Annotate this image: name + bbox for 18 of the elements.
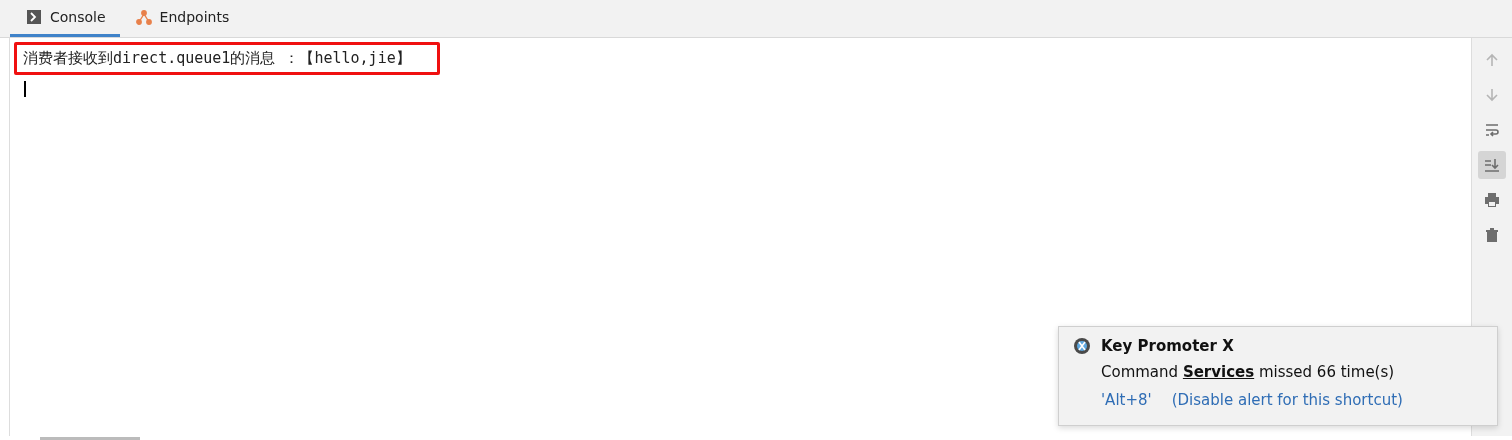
print-icon [1484, 192, 1500, 208]
scroll-to-end-icon [1484, 157, 1500, 173]
tab[interactable]: Endpoints [119, 0, 244, 37]
tab[interactable]: Console [10, 0, 120, 37]
plugin-icon [1073, 337, 1091, 355]
text-cursor [24, 81, 26, 97]
notification-link[interactable]: 'Alt+8' [1101, 391, 1152, 409]
notification-link[interactable]: (Disable alert for this shortcut) [1171, 391, 1403, 409]
soft-wrap-icon [1484, 122, 1500, 138]
up-arrow-icon [1484, 52, 1500, 68]
endpoints-icon [135, 9, 152, 25]
scroll-to-end-button[interactable] [1478, 151, 1506, 179]
console-line: 消费者接收到direct.queue1的消息 ：【hello,jie】 [23, 49, 411, 68]
trash-icon [1484, 227, 1500, 243]
terminal-icon [26, 9, 42, 25]
notification-message: Command Services missed 66 time(s) [1101, 363, 1396, 381]
notification-title: Key Promoter X [1101, 337, 1234, 355]
down-arrow-icon [1484, 87, 1500, 103]
